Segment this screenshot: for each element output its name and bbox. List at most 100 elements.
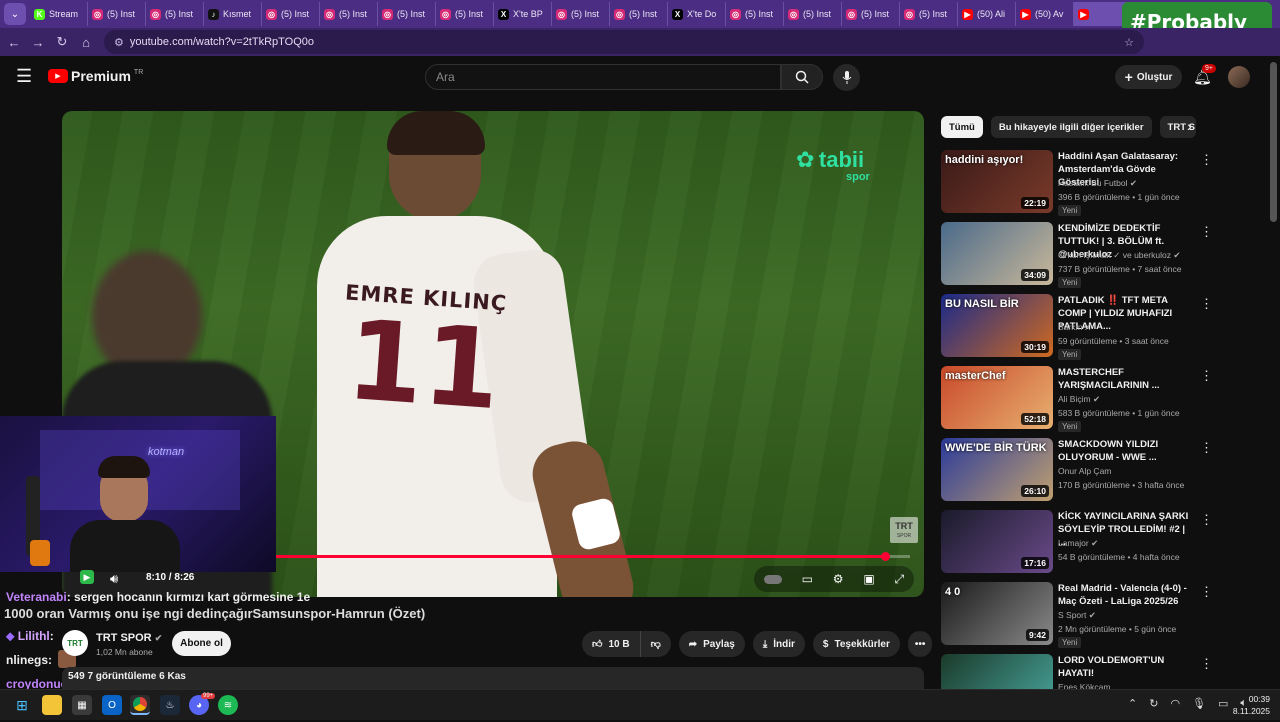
tray-sync-icon[interactable]: ↻: [1149, 697, 1158, 710]
more-options-icon[interactable]: ⋮: [1200, 584, 1213, 600]
channel-avatar[interactable]: TRT: [62, 630, 88, 656]
progress-scrubber[interactable]: [880, 552, 890, 561]
browser-tab[interactable]: ▶ (50) Av: [1016, 2, 1074, 26]
more-options-icon[interactable]: ⋮: [1200, 512, 1213, 528]
page-scrollbar[interactable]: [1270, 62, 1277, 222]
more-options-icon[interactable]: ⋮: [1200, 296, 1213, 312]
miniplayer-icon[interactable]: ▣: [863, 572, 874, 586]
browser-tab[interactable]: ♪ Kısmet: [204, 2, 262, 26]
avatar[interactable]: [1228, 66, 1250, 88]
home-icon[interactable]: ⌂: [74, 30, 98, 54]
subtitles-icon[interactable]: ▭: [802, 572, 813, 586]
more-options-icon[interactable]: ⋮: [1200, 368, 1213, 384]
browser-tab[interactable]: X X'te BP: [494, 2, 552, 26]
browser-tab[interactable]: ▶ (50) Ali: [958, 2, 1016, 26]
channel-name[interactable]: Orkun Işıtmak ✓ ve uberkuloz ✔: [1058, 250, 1180, 261]
video-title[interactable]: LORD VOLDEMORT'UN HAYATI!: [1058, 654, 1193, 680]
search-button[interactable]: [781, 64, 823, 90]
channel-name[interactable]: Ali Biçim ✔: [1058, 394, 1100, 405]
fullscreen-icon[interactable]: ⤢: [894, 572, 904, 587]
steam-icon[interactable]: ♨: [160, 695, 180, 715]
menu-icon[interactable]: ☰: [16, 66, 32, 87]
recommended-video[interactable]: haddini aşıyor! 22:19 Haddini Aşan Galatas…: [941, 150, 1213, 218]
autoplay-toggle[interactable]: [763, 574, 782, 584]
forward-icon[interactable]: →: [26, 30, 50, 54]
address-bar[interactable]: ⚙ youtube.com/watch?v=2tTkRpTOQ0o ☆: [104, 30, 1144, 54]
more-actions-button[interactable]: •••: [907, 631, 933, 657]
outlook-icon[interactable]: O: [102, 695, 122, 715]
voice-search-button[interactable]: [833, 64, 860, 91]
video-title[interactable]: SMACKDOWN YILDIZI OLUYORUM - WWE ...: [1058, 438, 1193, 464]
browser-tab[interactable]: ◎ (5) Inst: [610, 2, 668, 26]
dislike-button[interactable]: 👎︎: [641, 631, 671, 657]
tab-search-button[interactable]: ⌄: [4, 3, 26, 25]
tray-chevron-icon[interactable]: ⌃: [1128, 697, 1137, 710]
file-explorer-icon[interactable]: [42, 695, 62, 715]
browser-tab[interactable]: ◎ (5) Inst: [320, 2, 378, 26]
tray-network-icon[interactable]: ◠: [1170, 697, 1180, 710]
channel-name[interactable]: TRT SPOR ✔: [96, 632, 162, 644]
video-thumbnail[interactable]: 4 0 9:42: [941, 582, 1053, 645]
share-button[interactable]: ➦ Paylaş: [678, 631, 745, 657]
browser-tab[interactable]: X X'te Do: [668, 2, 726, 26]
clock[interactable]: 00:39 8.11.2025: [1230, 693, 1270, 717]
browser-tab[interactable]: ◎ (5) Inst: [146, 2, 204, 26]
notifications-button[interactable]: 🔔︎ 9+: [1193, 64, 1216, 87]
browser-tab[interactable]: ◎ (5) Inst: [88, 2, 146, 26]
video-title[interactable]: MASTERCHEF YARIŞMACILARININ ...: [1058, 366, 1193, 392]
bookmark-star-icon[interactable]: ☆: [1124, 36, 1134, 49]
browser-tab[interactable]: K Stream: [30, 2, 88, 26]
video-thumbnail[interactable]: masterChef 52:18: [941, 366, 1053, 429]
video-thumbnail[interactable]: BU NASIL BİR 30:19: [941, 294, 1053, 357]
recommended-video[interactable]: masterChef 52:18 MASTERCHEF YARIŞMACILARIN…: [941, 366, 1213, 434]
browser-tab[interactable]: ◎ (5) Inst: [552, 2, 610, 26]
youtube-logo[interactable]: ▶ Premium TR: [48, 68, 143, 84]
tray-display-icon[interactable]: ▭: [1218, 697, 1228, 710]
video-thumbnail[interactable]: 34:09: [941, 222, 1053, 285]
browser-tab[interactable]: ◎ (5) Inst: [378, 2, 436, 26]
download-button[interactable]: ⤓ İndir: [752, 631, 805, 657]
browser-tab[interactable]: ◎ (5) Inst: [900, 2, 958, 26]
channel-name[interactable]: Barkın X: [1058, 322, 1091, 332]
chrome-icon[interactable]: [130, 695, 150, 715]
volume-icon[interactable]: 🔊︎: [110, 571, 118, 587]
reload-icon[interactable]: ↻: [50, 30, 74, 54]
chip-all[interactable]: Tümü: [941, 116, 983, 138]
video-thumbnail[interactable]: 17:16: [941, 510, 1053, 573]
description-box[interactable]: 549 7 görüntüleme 6 Kas: [62, 667, 924, 689]
more-options-icon[interactable]: ⋮: [1200, 440, 1213, 456]
settings-icon[interactable]: ⚙: [833, 572, 844, 586]
recommended-video[interactable]: 17:16 KİCK YAYINCILARINA ŞARKI SÖYLEYİP T…: [941, 510, 1213, 578]
windows-start-icon[interactable]: ⊞: [12, 695, 32, 715]
recommended-video[interactable]: WWE'DE BİR TÜRK 26:10 SMACKDOWN YILDIZI OL…: [941, 438, 1213, 506]
search-input[interactable]: Ara: [425, 64, 781, 90]
subscribe-button[interactable]: Abone ol: [172, 631, 231, 656]
channel-name[interactable]: Hastalık Bu Futbol ✔: [1058, 178, 1137, 189]
recommended-video[interactable]: 4 0 9:42 Real Madrid - Valencia (4-0) - Ma…: [941, 582, 1213, 650]
video-thumbnail[interactable]: haddini aşıyor! 22:19: [941, 150, 1053, 213]
channel-name[interactable]: Lamajor ✔: [1058, 538, 1098, 549]
tray-mic-icon[interactable]: 🎙︎: [1192, 697, 1206, 710]
video-title[interactable]: Real Madrid - Valencia (4-0) - Maç Özeti…: [1058, 582, 1193, 608]
thanks-button[interactable]: $ Teşekkürler: [812, 631, 900, 657]
more-options-icon[interactable]: ⋮: [1200, 656, 1213, 672]
site-info-icon[interactable]: ⚙: [114, 36, 124, 49]
more-options-icon[interactable]: ⋮: [1200, 152, 1213, 168]
video-thumbnail[interactable]: WWE'DE BİR TÜRK 26:10: [941, 438, 1053, 501]
chip-related-story[interactable]: Bu hikayeyle ilgili diğer içerikler: [990, 116, 1152, 138]
browser-tab[interactable]: ◎ (5) Inst: [726, 2, 784, 26]
create-button[interactable]: + Oluştur: [1115, 65, 1182, 89]
store-icon[interactable]: ▦: [72, 695, 92, 715]
more-options-icon[interactable]: ⋮: [1200, 224, 1213, 240]
back-icon[interactable]: ←: [2, 30, 26, 54]
channel-name[interactable]: Onur Alp Çam: [1058, 466, 1111, 476]
browser-tab[interactable]: ◎ (5) Inst: [784, 2, 842, 26]
recommended-video[interactable]: BU NASIL BİR 30:19 PATLADIK ‼️ TFT META CO…: [941, 294, 1213, 362]
spotify-icon[interactable]: ≋: [218, 695, 238, 715]
browser-tab[interactable]: ◎ (5) Inst: [262, 2, 320, 26]
player-play-icon[interactable]: ▶: [80, 570, 94, 584]
like-button[interactable]: 👍︎ 10 B: [582, 631, 641, 657]
channel-name[interactable]: S Sport ✔: [1058, 610, 1096, 621]
browser-tab[interactable]: ◎ (5) Inst: [842, 2, 900, 26]
recommended-video[interactable]: 34:09 KENDİMİZE DEDEKTİF TUTTUK! | 3. BÖL…: [941, 222, 1213, 290]
